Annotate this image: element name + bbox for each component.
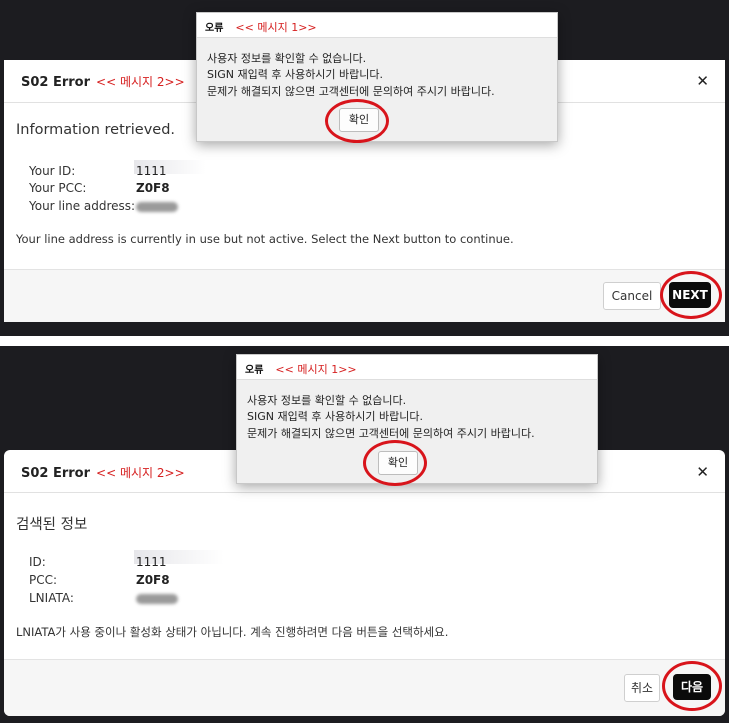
- next-button[interactable]: NEXT: [669, 282, 711, 308]
- popup-line-1: 사용자 정보를 확인할 수 없습니다.: [207, 52, 367, 65]
- dialog-title: S02 Error << 메시지 2>>: [21, 466, 185, 481]
- field-value-pcc: Z0F8: [136, 181, 170, 195]
- error-popup-english: 오류 << 메시지 1>> 사용자 정보를 확인할 수 없습니다. SIGN 재입…: [196, 12, 558, 142]
- annotation-message-2: << 메시지 2>>: [96, 466, 185, 480]
- popup-line-3: 문제가 해결되지 않으면 고객센터에 문의하여 주시기 바랍니다.: [247, 427, 535, 440]
- cancel-button[interactable]: 취소: [624, 674, 660, 702]
- close-icon[interactable]: ✕: [696, 463, 709, 481]
- field-label-line-address: Your line address:: [29, 199, 136, 213]
- field-label-pcc: PCC:: [29, 573, 58, 587]
- popup-line-1: 사용자 정보를 확인할 수 없습니다.: [247, 394, 407, 407]
- popup-line-2: SIGN 재입력 후 사용하시기 바랍니다.: [247, 410, 424, 423]
- redacted-value: [136, 594, 178, 604]
- popup-line-3: 문제가 해결되지 않으면 고객센터에 문의하여 주시기 바랍니다.: [207, 85, 495, 98]
- info-heading: Information retrieved.: [16, 122, 176, 138]
- confirm-button[interactable]: 확인: [339, 108, 379, 132]
- dialog-footer: Cancel NEXT: [4, 269, 725, 322]
- info-message: Your line address is currently in use bu…: [16, 232, 514, 246]
- info-message: LNIATA가 사용 중이나 활성화 상태가 아닙니다. 계속 진행하려면 다음…: [16, 625, 449, 639]
- popup-line-2: SIGN 재입력 후 사용하시기 바랍니다.: [207, 68, 384, 81]
- annotation-message-2: << 메시지 2>>: [96, 75, 185, 89]
- field-value-id: 1111: [136, 555, 167, 569]
- field-value-id: 1111: [136, 164, 167, 178]
- dialog-footer: 취소 다음: [4, 659, 725, 716]
- separator: [0, 336, 729, 346]
- close-icon[interactable]: ✕: [696, 72, 709, 90]
- field-label-lniata: LNIATA:: [29, 591, 74, 605]
- popup-titlebar: 오류 << 메시지 1>>: [237, 355, 597, 380]
- annotation-message-1: << 메시지 1>>: [235, 21, 317, 34]
- dialog-title: S02 Error << 메시지 2>>: [21, 75, 185, 90]
- cancel-button[interactable]: Cancel: [603, 282, 661, 310]
- info-heading: 검색된 정보: [16, 517, 88, 533]
- field-label-id: Your ID:: [29, 164, 76, 178]
- popup-titlebar: 오류 << 메시지 1>>: [197, 13, 557, 38]
- error-dialog-korean: S02 Error << 메시지 2>> ✕ 검색된 정보 ID: 1111 PC…: [4, 450, 725, 716]
- confirm-button[interactable]: 확인: [378, 451, 418, 475]
- field-label-id: ID:: [29, 555, 46, 569]
- field-value-pcc: Z0F8: [136, 573, 170, 587]
- next-button[interactable]: 다음: [673, 674, 711, 700]
- popup-title: 오류 << 메시지 1>>: [205, 21, 317, 34]
- annotation-message-1: << 메시지 1>>: [275, 363, 357, 376]
- field-label-pcc: Your PCC:: [29, 181, 87, 195]
- error-popup-korean: 오류 << 메시지 1>> 사용자 정보를 확인할 수 없습니다. SIGN 재입…: [236, 354, 598, 484]
- popup-title: 오류 << 메시지 1>>: [245, 363, 357, 376]
- redacted-value: [136, 202, 178, 212]
